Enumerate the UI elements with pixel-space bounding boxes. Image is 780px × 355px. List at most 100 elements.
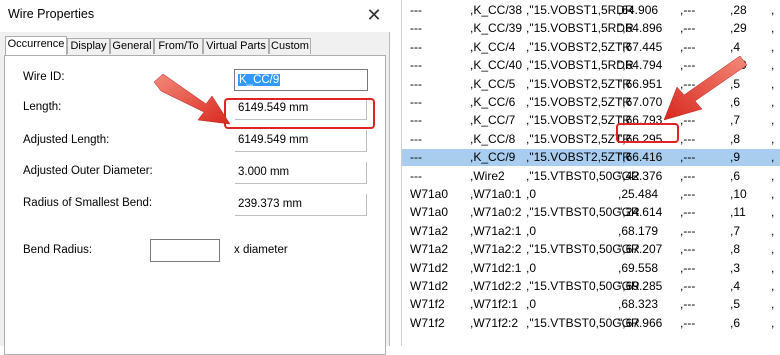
list-cell-c5: ,---: [680, 150, 696, 165]
tab-occurrence[interactable]: Occurrence: [5, 36, 67, 55]
list-row[interactable]: --- ,Wire2 ,"15.VTBST0,50GGR ",42.376 ,--- ,6…: [402, 168, 780, 185]
list-cell-c7: ,: [771, 315, 775, 330]
list-cell-c3: ,"15.VOBST2,5ZTR: [526, 150, 631, 165]
adjusted-outer-diameter-field: 3.000 mm: [235, 162, 367, 184]
list-cell-c2: ,W71a2:1: [470, 223, 522, 238]
list-cell-c1: W71f2: [410, 315, 445, 330]
list-cell-c7: ,: [771, 187, 775, 201]
tab-general[interactable]: General: [110, 38, 154, 54]
wire-id-label: Wire ID:: [23, 71, 65, 83]
list-cell-c2: ,W71a0:2: [470, 205, 522, 220]
list-cell-c2: ,W71a2:2: [470, 242, 522, 257]
list-cell-c5: ,---: [680, 21, 696, 36]
list-row[interactable]: W71d2 ,W71d2:1 ,0 ,69.558 ,--- ,3,: [402, 260, 780, 277]
list-cell-c5: ,---: [680, 260, 696, 275]
tab-custom[interactable]: Custom: [269, 38, 311, 54]
list-cell-c5: ,---: [680, 131, 696, 146]
list-cell-c1: W71a2: [410, 223, 449, 238]
list-row[interactable]: --- ,K_CC/38 ,"15.VOBST1,5RDR ,64.906 ,--- ,2…: [402, 2, 780, 19]
list-cell-c3: ,0: [526, 187, 537, 201]
list-cell-c2: ,W71d2:2: [470, 279, 522, 293]
list-cell-c5: ,---: [680, 279, 696, 293]
bend-radius-unit: x diameter: [234, 244, 288, 256]
list-cell-c4: ",66.416: [618, 150, 663, 165]
list-cell-c5: ,---: [680, 168, 696, 183]
list-cell-c7: ,: [771, 58, 775, 73]
list-cell-c6: ,7: [730, 223, 741, 238]
list-cell-c7: ,: [771, 95, 775, 109]
list-cell-c4: ",42.376: [618, 168, 663, 183]
list-cell-c1: W71d2: [410, 260, 449, 275]
list-row[interactable]: W71a2 ,W71a2:2 ,"15.VTBST0,50GGR ",67.207 ,-…: [402, 241, 780, 258]
close-icon[interactable]: ✕: [362, 3, 386, 27]
list-cell-c6: ,6: [730, 168, 741, 183]
list-cell-c1: ---: [410, 58, 422, 73]
list-cell-c4: ",67.207: [618, 242, 663, 257]
list-row[interactable]: W71a2 ,W71a2:1 ,0 ,68.179 ,--- ,7,: [402, 223, 780, 240]
list-cell-c2: ,K_CC/7: [470, 113, 516, 128]
list-row[interactable]: --- ,K_CC/8 ,"15.VOBST2,5ZTR ",66.295 ,--- ,8…: [402, 131, 780, 148]
list-cell-c1: ---: [410, 76, 422, 91]
adjusted-length-label: Adjusted Length:: [23, 134, 110, 146]
list-cell-c2: ,W71a0:1: [470, 187, 522, 201]
bend-radius-input[interactable]: [150, 239, 220, 262]
list-cell-c7: ,: [771, 279, 775, 293]
list-cell-c5: ,---: [680, 242, 696, 257]
list-cell-c3: ,0: [526, 297, 537, 312]
list-cell-c7: ,: [771, 39, 775, 54]
tab-from-to[interactable]: From/To: [154, 38, 203, 54]
dialog-titlebar: Wire Properties ✕: [0, 0, 390, 32]
list-cell-c2: ,W71f2:2: [470, 315, 519, 330]
radius-smallest-bend-field: 239.373 mm: [235, 194, 367, 216]
list-row[interactable]: W71d2 ,W71d2:2 ,"15.VTBST0,50GGR ",69.285 ,-…: [402, 278, 780, 295]
list-cell-c3: ,0: [526, 260, 537, 275]
list-cell-c3: ,"15.VOBST2,5ZTR: [526, 95, 631, 109]
radius-smallest-bend-label: Radius of Smallest Bend:: [23, 197, 153, 209]
list-cell-c7: ,: [771, 150, 775, 165]
list-cell-c4: ",67.966: [618, 315, 663, 330]
tab-display[interactable]: Display: [67, 38, 110, 54]
list-row[interactable]: W71a0 ,W71a0:1 ,0 ,25.484 ,--- ,10,: [402, 186, 780, 203]
list-cell-c2: ,K_CC/5: [470, 76, 516, 91]
list-cell-c6: ,11: [730, 205, 746, 220]
tab-strip: Occurrence Display General From/To Virtu…: [5, 36, 385, 55]
arrow-left-annotation-icon: [153, 73, 231, 125]
tab-virtual-parts[interactable]: Virtual Parts: [203, 38, 269, 54]
wire-id-value: K_CC/9: [238, 74, 281, 86]
list-cell-c1: W71a0: [410, 187, 449, 201]
wire-id-field[interactable]: K_CC/9: [234, 69, 368, 91]
adjusted-length-field: 6149.549 mm: [235, 130, 367, 152]
list-cell-c7: ,: [771, 297, 775, 312]
arrow-right-annotation-icon: [663, 55, 748, 121]
list-cell-c6: ,28: [730, 3, 747, 17]
list-cell-c6: ,8: [730, 242, 741, 257]
list-cell-c1: ---: [410, 21, 422, 36]
list-row[interactable]: W71a0 ,W71a0:2 ,"15.VTBST0,50GGR ",24.614 ,-…: [402, 204, 780, 221]
list-cell-c4: ",69.285: [618, 279, 663, 293]
list-row-selected[interactable]: --- ,K_CC/9 ,"15.VOBST2,5ZTR ",66.416 ,--- ,9…: [402, 149, 780, 167]
list-cell-c2: ,Wire2: [470, 168, 505, 183]
list-cell-c1: ---: [410, 39, 422, 54]
list-cell-c2: ,K_CC/8: [470, 131, 516, 146]
list-cell-c6: ,3: [730, 260, 741, 275]
list-cell-c5: ,---: [680, 223, 696, 238]
list-row[interactable]: W71f2 ,W71f2:2 ,"15.VTBST0,50GGR ",67.966 ,-…: [402, 315, 780, 332]
wire-properties-dialog: Wire Properties ✕ Occurrence Display Gen…: [0, 0, 390, 355]
list-cell-c1: ---: [410, 95, 422, 109]
list-cell-c2: ,K_CC/39: [470, 21, 523, 36]
list-cell-c2: ,K_CC/40: [470, 58, 523, 73]
list-cell-c6: ,8: [730, 131, 741, 146]
list-row[interactable]: --- ,K_CC/39 ,"15.VOBST1,5RDR ",64.896 ,---,…: [402, 20, 780, 37]
list-cell-c1: W71f2: [410, 297, 445, 312]
list-cell-c7: ,: [771, 168, 775, 183]
list-row[interactable]: W71f2 ,W71f2:1 ,0 ,68.323 ,--- ,5,: [402, 296, 780, 313]
list-cell-c7: ,: [771, 242, 775, 257]
list-cell-c7: ,: [771, 21, 775, 36]
list-cell-c4: ,69.558: [618, 260, 659, 275]
list-cell-c2: ,K_CC/38: [470, 3, 523, 17]
list-cell-c1: ---: [410, 150, 422, 165]
list-cell-c5: ,---: [680, 187, 696, 201]
list-cell-c5: ,---: [680, 3, 696, 17]
list-cell-c4: ,68.323: [618, 297, 659, 312]
list-cell-c7: ,: [771, 131, 775, 146]
